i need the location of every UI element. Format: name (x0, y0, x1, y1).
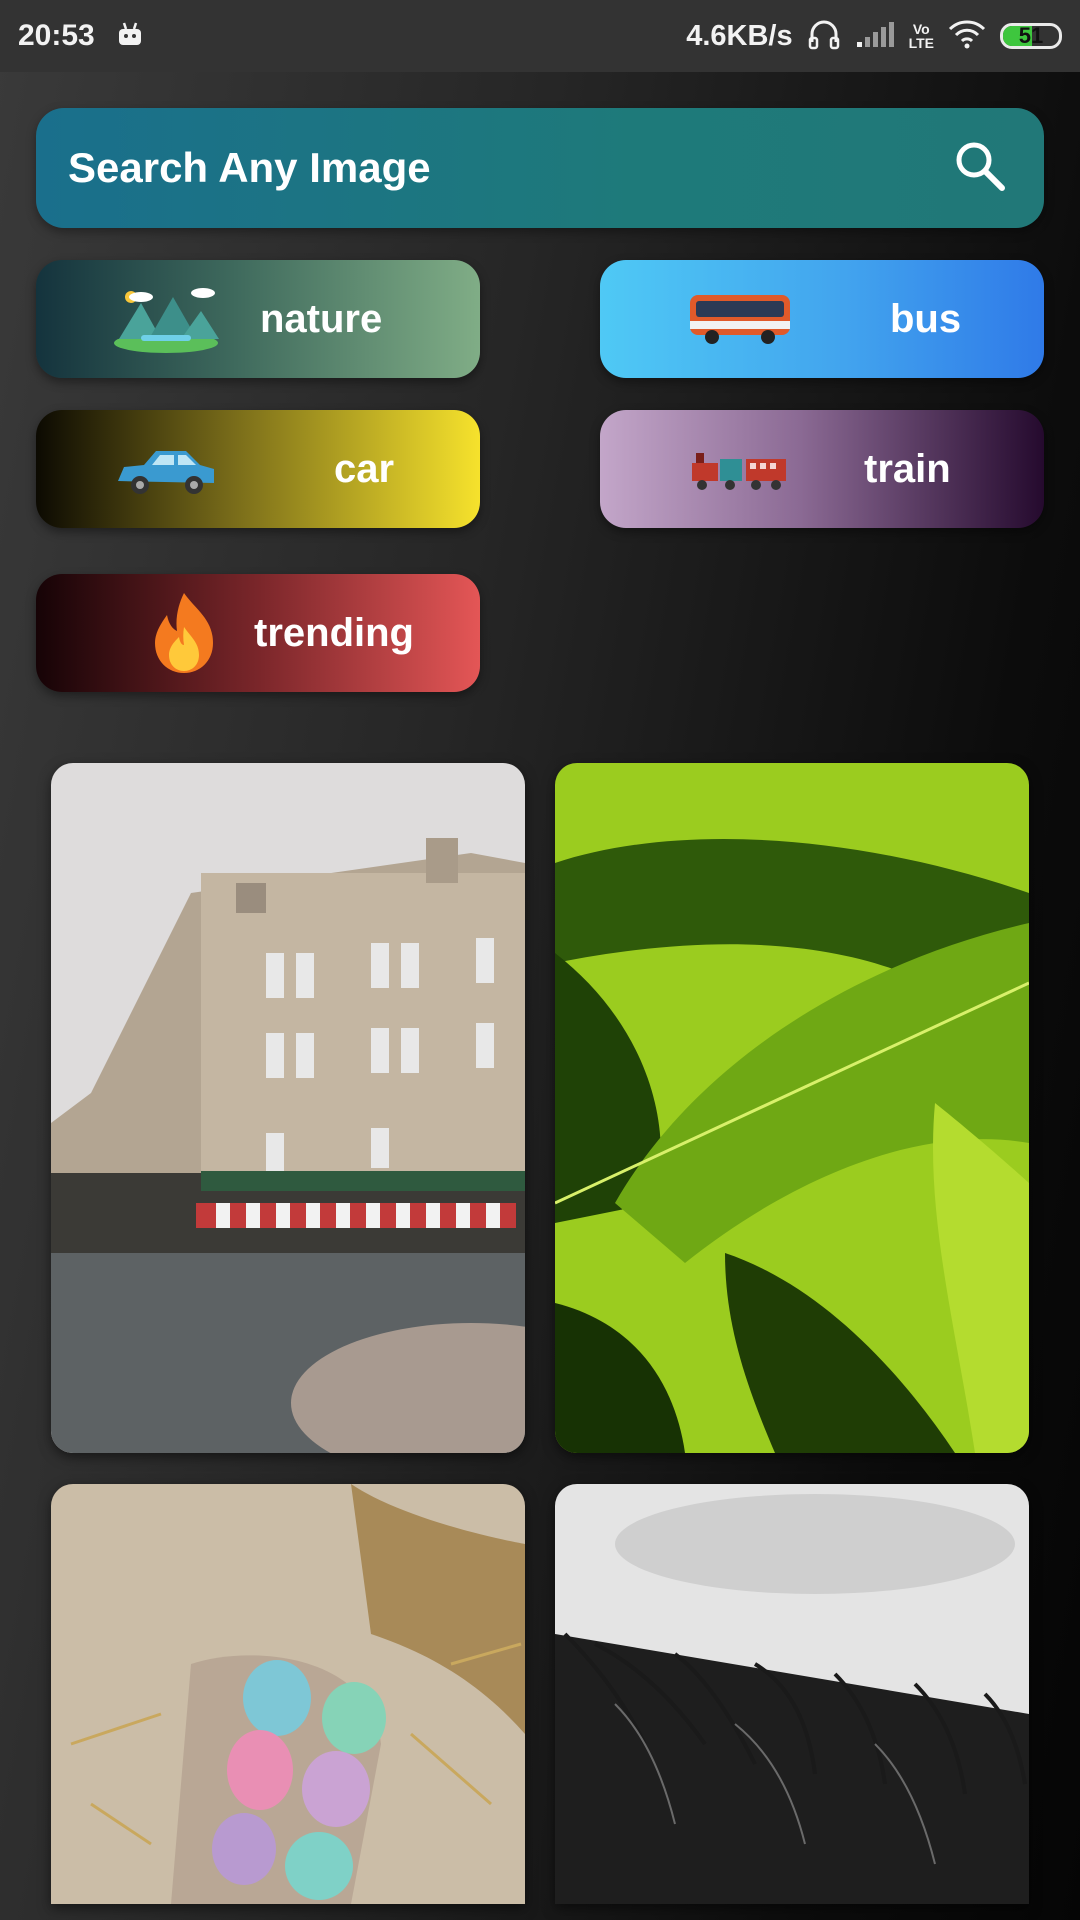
category-car-button[interactable]: car (36, 410, 480, 528)
android-icon (117, 21, 143, 52)
wifi-icon (948, 19, 986, 54)
volte-top: Vo (912, 21, 930, 37)
volte-bottom: LTE (908, 35, 934, 51)
bus-icon (680, 279, 800, 359)
status-bar: 20:53 4.6KB/s Vo LTE 51 (0, 0, 1080, 72)
category-label: bus (890, 296, 962, 341)
clock: 20:53 (18, 19, 95, 52)
fire-icon (124, 593, 244, 673)
car-icon (106, 429, 226, 509)
category-label: trending (254, 610, 414, 655)
search-bar[interactable] (36, 108, 1044, 228)
battery-level: 51 (1018, 23, 1044, 48)
battery-icon: 51 (1000, 23, 1062, 49)
signal-icon (855, 20, 895, 53)
category-nature-button[interactable]: nature (36, 260, 480, 378)
category-label: train (864, 446, 951, 491)
gallery-image-grass[interactable] (555, 1484, 1029, 1904)
search-icon[interactable] (952, 138, 1008, 199)
volte-indicator: Vo LTE (909, 22, 934, 50)
headphones-icon (807, 18, 841, 55)
category-trending-button[interactable]: trending (36, 574, 480, 692)
category-label: nature (260, 296, 383, 341)
search-input[interactable] (66, 143, 870, 193)
network-speed: 4.6KB/s (686, 19, 793, 52)
gallery-image-street[interactable] (51, 763, 525, 1453)
category-train-button[interactable]: train (600, 410, 1044, 528)
gallery-image-eggs[interactable] (51, 1484, 525, 1904)
landscape-icon (106, 279, 226, 359)
category-bus-button[interactable]: bus (600, 260, 1044, 378)
train-icon (680, 429, 800, 509)
category-label: car (334, 446, 395, 491)
gallery-image-leaves[interactable] (555, 763, 1029, 1453)
